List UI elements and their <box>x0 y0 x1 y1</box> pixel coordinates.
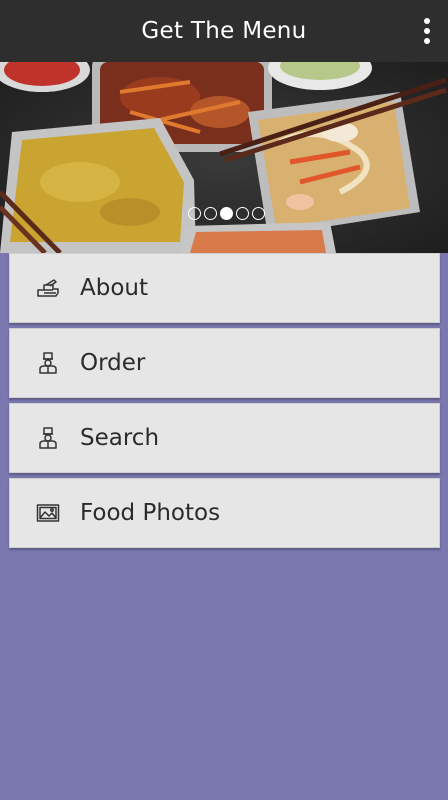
food-banner-image <box>0 62 448 253</box>
menu-item-label: About <box>80 275 149 301</box>
menu-item-order[interactable]: Order <box>9 328 440 398</box>
photo-icon <box>36 501 60 525</box>
pager-dot-4[interactable] <box>236 207 249 220</box>
app-bar: Get The Menu <box>0 0 448 62</box>
overflow-menu-icon[interactable] <box>420 13 434 49</box>
hand-pointer-icon <box>36 276 60 300</box>
menu-item-food-photos[interactable]: Food Photos <box>9 478 440 548</box>
pager-dot-3[interactable] <box>220 207 233 220</box>
menu-item-label: Food Photos <box>80 500 221 526</box>
pager-dot-2[interactable] <box>204 207 217 220</box>
pager-dot-1[interactable] <box>188 207 201 220</box>
pager-dot-5[interactable] <box>252 207 265 220</box>
menu-item-about[interactable]: About <box>9 253 440 323</box>
hero-carousel[interactable] <box>0 62 448 253</box>
chef-icon <box>36 426 60 450</box>
menu-item-label: Order <box>80 350 146 376</box>
menu-item-search[interactable]: Search <box>9 403 440 473</box>
app-title: Get The Menu <box>141 18 307 44</box>
main-menu-list: About Order Search Food Photos <box>9 253 440 553</box>
chef-icon <box>36 351 60 375</box>
carousel-pager <box>188 207 265 220</box>
menu-item-label: Search <box>80 425 160 451</box>
